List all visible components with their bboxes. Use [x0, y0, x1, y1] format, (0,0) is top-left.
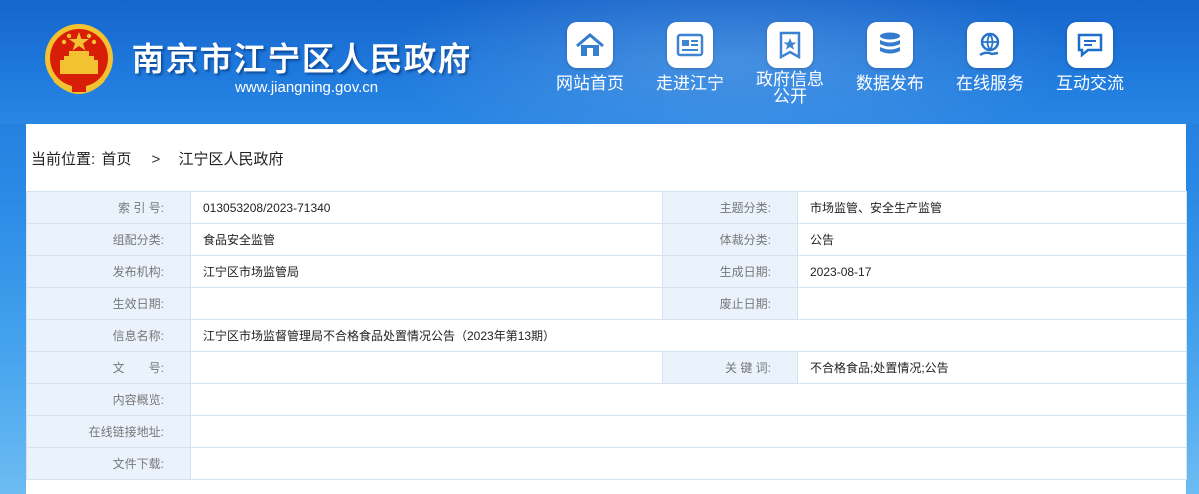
publisher-value: 江宁区市场监管局 — [190, 255, 663, 288]
nav-label: 政府信息 — [756, 70, 824, 89]
nav-label: 数据发布 — [856, 74, 924, 93]
document-number-value — [190, 351, 663, 384]
info-title-label: 信息名称: — [26, 319, 191, 352]
breadcrumb-prefix: 当前位置: — [31, 151, 96, 168]
index-number-value: 013053208/2023-71340 — [190, 191, 663, 224]
nav-label: 走进江宁 — [656, 74, 724, 93]
group-category-label: 组配分类: — [26, 223, 191, 256]
breadcrumb-link-home[interactable]: 首页 — [101, 151, 131, 168]
main-content: 当前位置: 首页 > 江宁区人民政府 索 引 号: 013053208/2023… — [26, 124, 1187, 494]
nav-label: 互动交流 — [1056, 74, 1124, 93]
created-date-label: 生成日期: — [662, 255, 798, 288]
expiry-date-value — [797, 287, 1187, 320]
chat-icon — [1067, 22, 1113, 68]
table-row: 索 引 号: 013053208/2023-71340 主题分类: 市场监管、安… — [26, 191, 1187, 224]
info-title-value: 江宁区市场监督管理局不合格食品处置情况公告（2023年第13期） — [190, 319, 1187, 352]
nav-item-service[interactable]: 在线服务 — [940, 22, 1040, 93]
created-date-value: 2023-08-17 — [797, 255, 1187, 288]
breadcrumb-separator: > — [151, 151, 161, 168]
topic-category-value: 市场监管、安全生产监管 — [797, 191, 1187, 224]
table-row: 发布机构: 江宁区市场监管局 生成日期: 2023-08-17 — [26, 255, 1187, 288]
newspaper-icon — [667, 22, 713, 68]
site-url[interactable]: www.jiangning.gov.cn — [235, 79, 378, 96]
main-nav: 网站首页 走进江宁 政府信息 公开 数据发布 在线服务 互动交流 — [540, 22, 1180, 118]
nav-label: 网站首页 — [556, 74, 624, 93]
table-row: 组配分类: 食品安全监管 体裁分类: 公告 — [26, 223, 1187, 256]
genre-category-value: 公告 — [797, 223, 1187, 256]
effective-date-value — [190, 287, 663, 320]
index-number-label: 索 引 号: — [26, 191, 191, 224]
document-number-label: 文 号: — [26, 351, 191, 384]
document-info-table: 索 引 号: 013053208/2023-71340 主题分类: 市场监管、安… — [26, 191, 1187, 480]
table-row: 信息名称: 江宁区市场监督管理局不合格食品处置情况公告（2023年第13期） — [26, 319, 1187, 352]
online-link-label: 在线链接地址: — [26, 415, 191, 448]
table-row: 内容概览: — [26, 383, 1187, 416]
file-download-value[interactable] — [190, 447, 1187, 480]
summary-label: 内容概览: — [26, 383, 191, 416]
effective-date-label: 生效日期: — [26, 287, 191, 320]
group-category-value: 食品安全监管 — [190, 223, 663, 256]
site-header: 南京市江宁区人民政府 www.jiangning.gov.cn 网站首页 走进江… — [0, 0, 1199, 124]
breadcrumb-link-district[interactable]: 江宁区人民政府 — [178, 151, 283, 168]
keywords-label: 关 键 词: — [662, 351, 798, 384]
online-link-value[interactable] — [190, 415, 1187, 448]
globe-hand-icon — [967, 22, 1013, 68]
nav-item-about[interactable]: 走进江宁 — [640, 22, 740, 93]
nav-label-line2: 公开 — [773, 87, 807, 107]
nav-item-gov-info[interactable]: 政府信息 公开 — [740, 22, 840, 106]
nav-item-home[interactable]: 网站首页 — [540, 22, 640, 93]
expiry-date-label: 废止日期: — [662, 287, 798, 320]
keywords-value: 不合格食品;处置情况;公告 — [797, 351, 1187, 384]
nav-item-data[interactable]: 数据发布 — [840, 22, 940, 93]
file-download-label: 文件下载: — [26, 447, 191, 480]
genre-category-label: 体裁分类: — [662, 223, 798, 256]
summary-value — [190, 383, 1187, 416]
table-row: 在线链接地址: — [26, 415, 1187, 448]
national-emblem-icon[interactable] — [42, 22, 116, 98]
document-star-icon — [767, 22, 813, 68]
topic-category-label: 主题分类: — [662, 191, 798, 224]
publisher-label: 发布机构: — [26, 255, 191, 288]
database-icon — [867, 22, 913, 68]
home-icon — [567, 22, 613, 68]
nav-label: 在线服务 — [956, 74, 1024, 93]
table-row: 生效日期: 废止日期: — [26, 287, 1187, 320]
table-row: 文件下载: — [26, 447, 1187, 480]
table-row: 文 号: 关 键 词: 不合格食品;处置情况;公告 — [26, 351, 1187, 384]
nav-item-interaction[interactable]: 互动交流 — [1040, 22, 1140, 93]
site-title[interactable]: 南京市江宁区人民政府 — [132, 34, 472, 80]
breadcrumb: 当前位置: 首页 > 江宁区人民政府 — [31, 148, 283, 169]
